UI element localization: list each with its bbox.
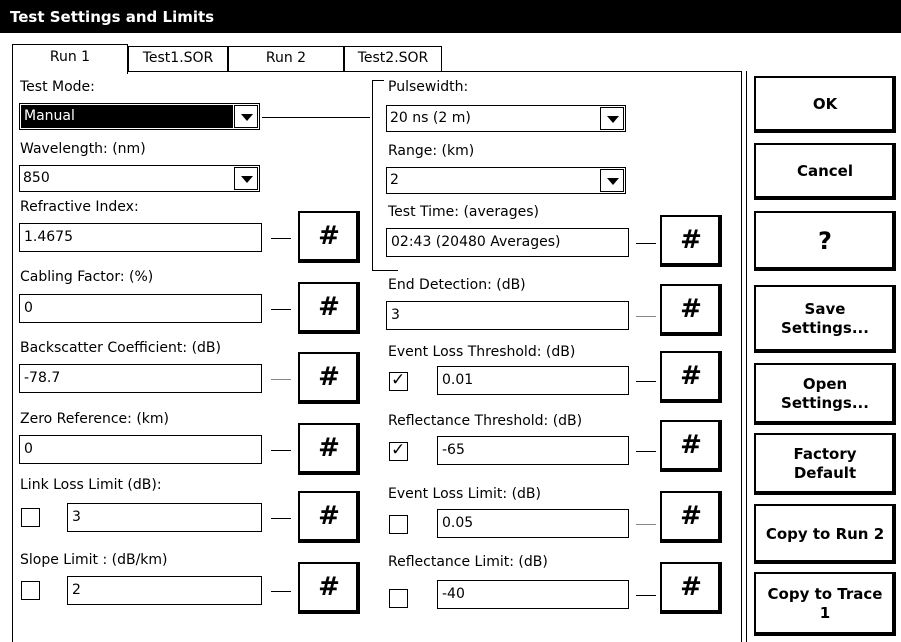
reflectance-limit-checkbox[interactable] <box>389 589 408 608</box>
cabling-factor-keypad-button[interactable]: # <box>298 282 360 334</box>
window-title: Test Settings and Limits <box>0 0 901 33</box>
link-loss-limit-keypad-button[interactable]: # <box>298 491 360 543</box>
wavelength-select[interactable]: 850 <box>19 165 260 192</box>
range-label: Range: (km) <box>388 143 475 159</box>
ok-button[interactable]: OK <box>754 76 896 133</box>
group-bracket-top <box>372 80 384 81</box>
reflectance-limit-keypad-button[interactable]: # <box>660 562 722 614</box>
dash-separator <box>271 518 291 519</box>
tab-run-2[interactable]: Run 2 <box>228 46 344 72</box>
pulsewidth-label: Pulsewidth: <box>388 79 469 95</box>
save-settings-line-1: Save <box>804 300 846 318</box>
dash-separator <box>271 309 291 310</box>
link-loss-limit-label: Link Loss Limit (dB): <box>20 477 162 493</box>
copy-to-trace-line-1: Copy to Trace <box>767 585 883 603</box>
range-select[interactable]: 2 <box>386 167 626 194</box>
end-detection-label: End Detection: (dB) <box>388 277 526 293</box>
cabling-factor-field[interactable]: 0 <box>19 294 262 323</box>
end-detection-field[interactable]: 3 <box>386 301 629 330</box>
cabling-factor-label: Cabling Factor: (%) <box>20 269 154 285</box>
open-settings-line-1: Open <box>802 375 848 393</box>
chevron-down-icon[interactable] <box>234 167 258 190</box>
reflectance-threshold-keypad-button[interactable]: # <box>660 420 722 472</box>
zero-reference-field[interactable]: 0 <box>19 435 262 464</box>
wavelength-value: 850 <box>23 170 50 186</box>
dash-separator <box>271 238 291 239</box>
copy-to-run-2-button[interactable]: Copy to Run 2 <box>754 504 896 564</box>
tab-run-1[interactable]: Run 1 <box>12 44 128 74</box>
open-settings-line-2: Settings... <box>781 394 869 412</box>
test-time-keypad-button[interactable]: # <box>660 215 722 267</box>
chevron-down-icon[interactable] <box>600 169 624 192</box>
event-loss-limit-field[interactable]: 0.05 <box>437 509 629 538</box>
dash-separator <box>636 451 656 452</box>
group-bracket-bottom <box>372 270 398 271</box>
pulsewidth-value: 20 ns (2 m) <box>390 110 471 126</box>
event-loss-threshold-label: Event Loss Threshold: (dB) <box>388 344 576 360</box>
link-loss-limit-checkbox[interactable] <box>21 508 40 527</box>
event-loss-limit-checkbox[interactable] <box>389 515 408 534</box>
open-settings-button[interactable]: Open Settings... <box>754 363 896 425</box>
tab-test1-sor[interactable]: Test1.SOR <box>128 46 228 72</box>
reflectance-threshold-checkbox[interactable]: ✓ <box>389 440 408 461</box>
copy-to-trace-line-2: 1 <box>819 604 831 622</box>
backscatter-keypad-button[interactable]: # <box>298 352 360 404</box>
reflectance-threshold-label: Reflectance Threshold: (dB) <box>388 413 583 429</box>
end-detection-keypad-button[interactable]: # <box>660 284 722 336</box>
reflectance-limit-field[interactable]: -40 <box>437 580 629 609</box>
event-loss-limit-label: Event Loss Limit: (dB) <box>388 486 542 502</box>
factory-default-line-2: Default <box>793 464 857 482</box>
refractive-index-label: Refractive Index: <box>20 199 139 215</box>
refractive-index-field[interactable]: 1.4675 <box>19 223 262 252</box>
dash-separator <box>636 524 656 525</box>
dash-separator <box>271 379 291 380</box>
test-time-label: Test Time: (averages) <box>388 204 539 220</box>
check-icon: ✓ <box>391 440 406 460</box>
slope-limit-keypad-button[interactable]: # <box>298 562 360 614</box>
event-loss-threshold-keypad-button[interactable]: # <box>660 351 722 403</box>
refractive-index-keypad-button[interactable]: # <box>298 211 360 263</box>
event-loss-threshold-checkbox[interactable]: ✓ <box>389 370 408 391</box>
dash-separator <box>271 450 291 451</box>
reflectance-threshold-field[interactable]: -65 <box>437 436 629 465</box>
wavelength-label: Wavelength: (nm) <box>20 141 146 157</box>
save-settings-button[interactable]: Save Settings... <box>754 285 896 353</box>
factory-default-button[interactable]: Factory Default <box>754 433 896 495</box>
help-button[interactable]: ? <box>754 211 896 271</box>
factory-default-line-1: Factory <box>793 445 857 463</box>
slope-limit-checkbox[interactable] <box>21 581 40 600</box>
tab-test2-sor[interactable]: Test2.SOR <box>344 46 442 72</box>
backscatter-field[interactable]: -78.7 <box>19 364 262 393</box>
check-icon: ✓ <box>391 370 406 390</box>
panel-divider <box>746 71 747 642</box>
link-loss-limit-field[interactable]: 3 <box>67 503 262 532</box>
slope-limit-label: Slope Limit : (dB/km) <box>20 552 168 568</box>
test-mode-select[interactable]: Manual <box>19 103 260 130</box>
event-loss-threshold-field[interactable]: 0.01 <box>437 366 629 395</box>
save-settings-line-2: Settings... <box>781 319 869 337</box>
dash-separator <box>271 591 291 592</box>
event-loss-limit-keypad-button[interactable]: # <box>660 491 722 543</box>
chevron-down-icon[interactable] <box>600 107 624 130</box>
range-value: 2 <box>390 172 399 188</box>
dash-separator <box>636 243 656 244</box>
reflectance-limit-label: Reflectance Limit: (dB) <box>388 554 548 570</box>
group-bracket <box>372 80 373 271</box>
test-time-field[interactable]: 02:43 (20480 Averages) <box>386 228 629 257</box>
dash-separator <box>636 381 656 382</box>
zero-reference-keypad-button[interactable]: # <box>298 423 360 475</box>
dash-separator <box>636 316 656 317</box>
dash-separator <box>636 595 656 596</box>
pulsewidth-select[interactable]: 20 ns (2 m) <box>386 105 626 132</box>
test-mode-label: Test Mode: <box>20 79 95 95</box>
cancel-button[interactable]: Cancel <box>754 143 896 200</box>
test-mode-value: Manual <box>21 105 233 128</box>
backscatter-label: Backscatter Coefficient: (dB) <box>20 340 221 356</box>
connector-line <box>262 117 370 118</box>
slope-limit-field[interactable]: 2 <box>67 576 262 605</box>
chevron-down-icon[interactable] <box>234 105 258 128</box>
copy-to-trace-1-button[interactable]: Copy to Trace 1 <box>754 572 896 636</box>
zero-reference-label: Zero Reference: (km) <box>20 411 170 427</box>
